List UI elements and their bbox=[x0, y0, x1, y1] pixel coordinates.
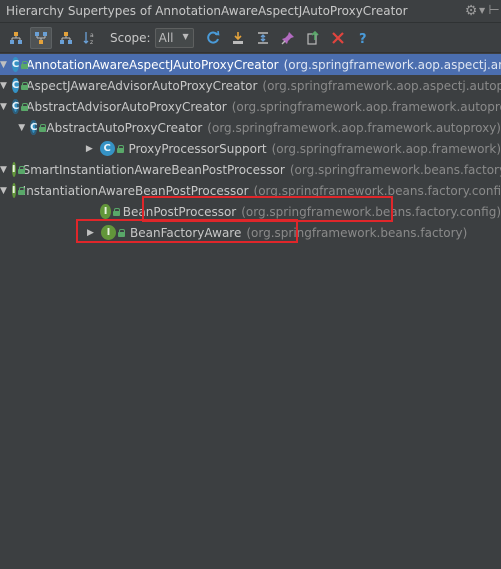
tree-row[interactable]: ▶ I BeanFactoryAware (org.springframework.b… bbox=[0, 222, 501, 243]
collapse-arrow-icon[interactable]: ▶ bbox=[85, 227, 96, 238]
type-name: SmartInstantiationAwareBeanPostProcessor bbox=[22, 162, 285, 177]
close-icon bbox=[331, 31, 344, 44]
expand-arrow-icon[interactable]: ▼ bbox=[18, 122, 25, 133]
expand-arrow-icon[interactable]: ▼ bbox=[0, 164, 7, 175]
interface-icon: I bbox=[101, 225, 116, 240]
package-name: (org.springframework.beans.factory) bbox=[246, 225, 468, 240]
collapse-arrow-icon[interactable]: ▶ bbox=[84, 143, 95, 154]
expand-arrow-icon[interactable]: ▼ bbox=[0, 80, 7, 91]
type-name: AspectJAwareAdvisorAutoProxyCreator bbox=[26, 78, 258, 93]
scope-select[interactable]: All ▼ bbox=[154, 27, 194, 48]
tree-row[interactable]: ▼ C AspectJAwareAdvisorAutoProxyCreator (or… bbox=[0, 75, 501, 96]
help-icon: ? bbox=[359, 32, 367, 45]
public-access-icon bbox=[112, 207, 120, 216]
scope-value: All bbox=[158, 30, 174, 45]
pin-button[interactable] bbox=[277, 27, 299, 49]
type-hierarchy-button[interactable] bbox=[5, 27, 27, 49]
public-access-icon bbox=[118, 228, 125, 237]
scope-label: Scope: bbox=[110, 30, 151, 45]
type-name: BeanPostProcessor bbox=[122, 204, 237, 219]
class-icon: C bbox=[11, 78, 20, 93]
package-name: (org.springframework.aop.aspectj.annotat… bbox=[283, 57, 501, 72]
svg-text:?: ? bbox=[359, 32, 367, 45]
class-icon: C bbox=[99, 141, 115, 156]
tree-row[interactable]: ▼ C AbstractAdvisorAutoProxyCreator (org.sp… bbox=[0, 96, 501, 117]
window-title: Hierarchy Supertypes of AnnotationAwareA… bbox=[6, 4, 408, 18]
subtypes-hierarchy-icon bbox=[60, 31, 72, 44]
sort-alphabetically-button[interactable]: a z bbox=[80, 27, 102, 49]
package-name: (org.springframework.aop.framework.autop… bbox=[231, 99, 501, 114]
type-hierarchy-icon bbox=[10, 31, 22, 44]
type-name: ProxyProcessorSupport bbox=[128, 141, 267, 156]
package-name: (org.springframework.beans.factory.confi… bbox=[253, 183, 501, 198]
expand-arrow-icon[interactable]: ▼ bbox=[0, 101, 7, 112]
type-name: BeanFactoryAware bbox=[130, 225, 242, 240]
type-name: AbstractAutoProxyCreator bbox=[46, 120, 203, 135]
type-name: AbstractAdvisorAutoProxyCreator bbox=[26, 99, 227, 114]
export-button[interactable] bbox=[302, 27, 324, 49]
hierarchy-tree[interactable]: ▼ C AnnotationAwareAspectJAutoProxyCreator… bbox=[0, 53, 501, 569]
sort-alphabetically-icon: a z bbox=[83, 31, 94, 45]
expand-all-icon bbox=[257, 31, 268, 44]
refresh-button[interactable] bbox=[202, 27, 224, 49]
type-name: InstantiationAwareBeanPostProcessor bbox=[22, 183, 249, 198]
gear-icon[interactable]: ⚙ bbox=[463, 3, 479, 19]
interface-icon: I bbox=[11, 183, 16, 198]
arrow-placeholder bbox=[88, 206, 96, 217]
supertypes-hierarchy-icon bbox=[35, 31, 47, 44]
package-name: (org.springframework.aop.framework.autop… bbox=[207, 120, 501, 135]
help-button[interactable]: ? bbox=[352, 27, 374, 49]
tree-row[interactable]: ▼ I SmartInstantiationAwareBeanPostProcess… bbox=[0, 159, 501, 180]
abstract-class-icon: C bbox=[11, 99, 20, 114]
package-name: (org.springframework.aop.framework) bbox=[271, 141, 501, 156]
chevron-down-icon: ▼ bbox=[182, 31, 189, 41]
tree-row[interactable]: ▼ C AnnotationAwareAspectJAutoProxyCreator… bbox=[0, 54, 501, 75]
export-icon bbox=[307, 30, 319, 45]
expand-arrow-icon[interactable]: ▼ bbox=[0, 185, 7, 196]
hide-panel-icon[interactable]: ⊢ bbox=[487, 3, 501, 19]
tree-row[interactable]: ▶ C ProxyProcessorSupport (org.springframew… bbox=[0, 138, 501, 159]
type-name: AnnotationAwareAspectJAutoProxyCreator bbox=[26, 57, 279, 72]
expand-all-button[interactable] bbox=[252, 27, 274, 49]
hierarchy-tool-window: Hierarchy Supertypes of AnnotationAwareA… bbox=[0, 0, 501, 569]
public-access-icon bbox=[116, 144, 124, 153]
pin-icon bbox=[281, 31, 294, 44]
abstract-class-icon: C bbox=[30, 120, 38, 135]
public-access-icon bbox=[39, 123, 47, 132]
package-name: (org.springframework.beans.factory.confi… bbox=[241, 204, 501, 219]
subtypes-hierarchy-button[interactable] bbox=[55, 27, 77, 49]
tree-row[interactable]: ▼ C AbstractAutoProxyCreator (org.springfra… bbox=[0, 117, 501, 138]
class-icon: C bbox=[11, 57, 20, 72]
tree-row[interactable]: I BeanPostProcessor (org.springframework.b… bbox=[0, 201, 501, 222]
autoscroll-to-source-icon bbox=[232, 31, 243, 44]
toolbar: a z Scope: All ▼ ? bbox=[0, 23, 501, 53]
caret-down-icon[interactable]: ▼ bbox=[479, 5, 487, 17]
refresh-icon bbox=[206, 30, 220, 43]
autoscroll-button[interactable] bbox=[227, 27, 249, 49]
package-name: (org.springframework.beans.factory.confi… bbox=[289, 162, 501, 177]
package-name: (org.springframework.aop.aspectj.autopro… bbox=[262, 78, 501, 93]
svg-text:a: a bbox=[90, 32, 94, 39]
interface-icon: I bbox=[100, 204, 111, 219]
expand-arrow-icon[interactable]: ▼ bbox=[0, 59, 7, 70]
interface-icon: I bbox=[11, 162, 16, 177]
close-button[interactable] bbox=[327, 27, 349, 49]
supertypes-hierarchy-button[interactable] bbox=[30, 26, 52, 49]
title-bar: Hierarchy Supertypes of AnnotationAwareA… bbox=[0, 0, 501, 23]
tree-row[interactable]: ▼ I InstantiationAwareBeanPostProcessor (or… bbox=[0, 180, 501, 201]
svg-text:z: z bbox=[90, 39, 93, 45]
